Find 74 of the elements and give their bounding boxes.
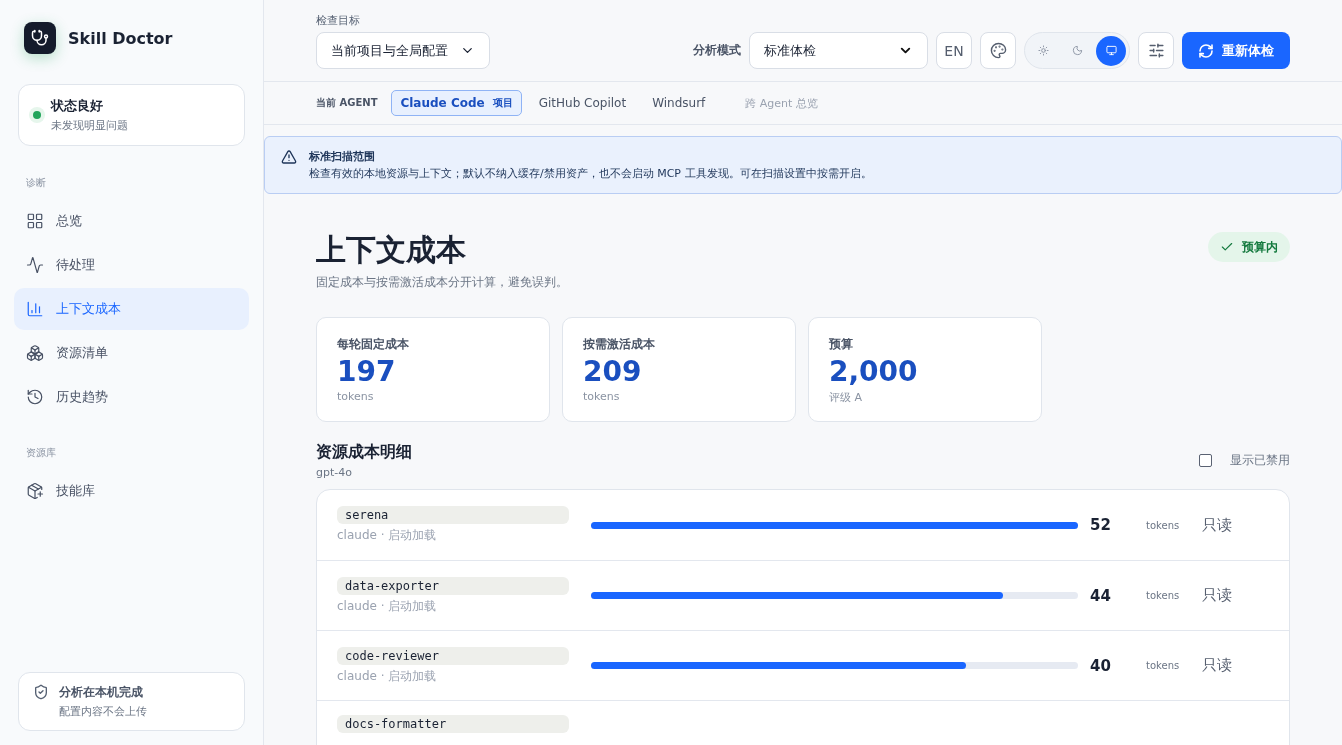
nav-item[interactable]: 总览	[14, 200, 249, 242]
theme-button[interactable]	[1096, 35, 1126, 66]
resource-name: serena	[337, 506, 569, 524]
page-title: 上下文成本	[316, 232, 467, 268]
token-unit: tokens	[1145, 590, 1181, 601]
stat-label: 每轮固定成本	[337, 336, 410, 353]
stat-label: 预算	[829, 336, 854, 353]
mode-label: 分析模式	[693, 42, 741, 59]
agent-tab[interactable]: Claude Code 项目	[391, 90, 522, 116]
agent-tab[interactable]: Windsurf	[643, 90, 715, 116]
agent-label: 当前 AGENT	[316, 96, 378, 110]
access-mode: 只读	[1201, 515, 1233, 535]
privacy-subtitle: 配置内容不会上传	[59, 704, 147, 719]
privacy-title: 分析在本机完成	[59, 684, 144, 701]
sun-icon	[1037, 45, 1049, 56]
monitor-icon	[1105, 45, 1117, 56]
warning-icon	[281, 149, 297, 165]
access-mode: 只读	[1201, 656, 1233, 675]
nav-item[interactable]: 待处理	[14, 244, 249, 286]
shield-icon	[33, 684, 49, 700]
nav-item[interactable]: 技能库	[14, 470, 249, 512]
resource-name: code-reviewer	[337, 646, 569, 665]
sliders-icon	[1147, 42, 1165, 59]
refresh-icon	[1198, 42, 1214, 59]
boxes-icon	[26, 344, 44, 362]
access-mode: 只读	[1201, 586, 1233, 605]
stat-value: 209	[583, 355, 643, 388]
nav-item[interactable]: 资源清单	[14, 332, 249, 374]
palette-button[interactable]	[980, 32, 1016, 69]
history-icon	[26, 388, 44, 406]
stethoscope-logo-icon	[24, 22, 56, 54]
resource-source: claude · 启动加载	[337, 667, 438, 685]
app-name: Skill Doctor	[68, 28, 173, 48]
token-count: 40	[1089, 656, 1112, 675]
notice-title: 标准扫描范围	[309, 149, 376, 164]
notice-text: 检查有效的本地资源与上下文；默认不纳入缓存/禁用资产，也不会启动 MCP 工具发现。可在扫描设置中按需开启。	[309, 166, 872, 181]
target-select[interactable]: 当前项目与全局配置	[316, 32, 490, 69]
resource-name: docs-formatter	[337, 715, 569, 733]
target-label: 检查目标	[316, 13, 361, 28]
stat-value: 197	[337, 355, 397, 388]
stat-label: 按需激活成本	[583, 336, 656, 353]
moon-icon	[1071, 45, 1083, 56]
agent-tab[interactable]: GitHub Copilot	[529, 90, 636, 116]
resource-source: claude · 启动加载	[337, 597, 438, 615]
token-count: 52	[1089, 516, 1112, 534]
rerun-button[interactable]: 重新体检	[1182, 32, 1290, 69]
mode-select[interactable]: 标准体检	[749, 32, 928, 69]
checkbox-label: 显示已禁用	[1230, 452, 1290, 469]
grid-icon	[26, 212, 44, 230]
section-heading: 资源库	[25, 446, 57, 460]
section-title: 资源成本明细	[316, 442, 412, 463]
status-subtitle: 未发现明显问题	[51, 118, 128, 133]
model-name: gpt-4o	[316, 466, 353, 479]
page-subtitle: 固定成本与按需激活成本分开计算，避免误判。	[316, 274, 568, 291]
stat-unit: tokens	[583, 390, 621, 403]
bar-chart-icon	[26, 300, 44, 318]
stat-unit: 评级 A	[829, 390, 864, 405]
palette-icon	[989, 42, 1007, 59]
language-button[interactable]: EN	[936, 32, 972, 69]
token-unit: tokens	[1145, 519, 1181, 531]
stat-unit: tokens	[337, 390, 375, 403]
section-heading: 诊断	[25, 176, 47, 190]
resource-source: claude · 启动加载	[337, 527, 438, 544]
stat-value: 2,000	[829, 355, 919, 388]
status-title: 状态良好	[51, 97, 104, 115]
pulse-icon	[26, 256, 44, 274]
token-count: 44	[1089, 586, 1112, 605]
budget-badge: 预算内	[1208, 232, 1290, 262]
nav-item[interactable]: 上下文成本	[14, 288, 249, 330]
resource-name: data-exporter	[337, 576, 569, 595]
settings-button[interactable]	[1138, 32, 1174, 69]
package-icon	[26, 482, 44, 500]
nav-item[interactable]: 历史趋势	[14, 376, 249, 418]
token-unit: tokens	[1145, 660, 1181, 671]
